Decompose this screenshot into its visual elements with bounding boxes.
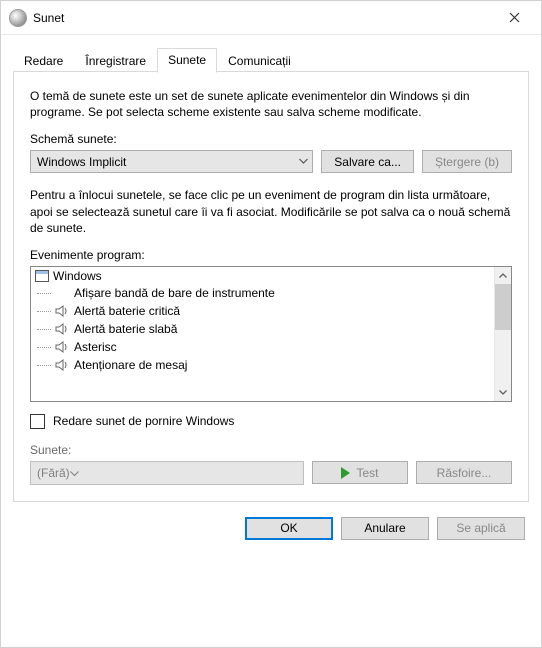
events-listbox[interactable]: Windows Afișare bandă de bare de instrum…	[30, 266, 512, 402]
cancel-button[interactable]: Anulare	[341, 517, 429, 540]
chevron-down-icon	[70, 466, 79, 480]
tree-item-label: Asterisc	[74, 340, 117, 354]
chevron-down-icon	[499, 390, 507, 395]
events-label: Evenimente program:	[30, 248, 512, 262]
scroll-up-button[interactable]	[495, 267, 511, 284]
speaker-icon	[55, 304, 70, 318]
tree-item[interactable]: Atenționare de mesaj	[31, 356, 494, 374]
tree-connector	[37, 311, 51, 312]
scroll-thumb[interactable]	[495, 284, 511, 330]
tree-root-windows[interactable]: Windows	[31, 268, 494, 284]
instruction-text: Pentru a înlocui sunetele, se face clic …	[30, 187, 512, 236]
scrollbar-vertical[interactable]	[494, 267, 511, 401]
scroll-down-button[interactable]	[495, 384, 511, 401]
description-text: O temă de sunete este un set de sunete a…	[30, 88, 512, 120]
tree-connector	[37, 329, 51, 330]
scheme-dropdown[interactable]: Windows Implicit	[30, 150, 313, 173]
sound-dialog: Sunet Redare Înregistrare Sunete Comunic…	[0, 0, 542, 648]
tab-sounds[interactable]: Sunete	[157, 48, 217, 73]
tree-root-label: Windows	[53, 269, 102, 283]
tab-communications[interactable]: Comunicații	[217, 49, 302, 73]
delete-button[interactable]: Ștergere (b)	[422, 150, 512, 173]
sounds-label: Sunete:	[30, 443, 512, 457]
scheme-value: Windows Implicit	[37, 155, 126, 169]
play-icon	[341, 467, 350, 479]
tree-item[interactable]: Alertă baterie critică	[31, 302, 494, 320]
browse-button[interactable]: Răsfoire...	[416, 461, 512, 484]
test-button[interactable]: Test	[312, 461, 408, 484]
close-button[interactable]	[493, 4, 535, 32]
startup-sound-label: Redare sunet de pornire Windows	[53, 414, 234, 428]
startup-sound-checkbox[interactable]	[30, 414, 45, 429]
sounds-dropdown[interactable]: (Fără)	[30, 461, 304, 485]
startup-sound-row: Redare sunet de pornire Windows	[30, 414, 512, 429]
tree-item[interactable]: Alertă baterie slabă	[31, 320, 494, 338]
window-title: Sunet	[33, 11, 493, 25]
speaker-icon	[55, 340, 70, 354]
scroll-track[interactable]	[495, 330, 511, 384]
tree-item[interactable]: Afișare bandă de bare de instrumente	[31, 284, 494, 302]
titlebar: Sunet	[1, 1, 541, 35]
no-sound-icon	[55, 286, 70, 300]
test-label: Test	[356, 466, 378, 480]
scheme-label: Schemă sunete:	[30, 132, 512, 146]
apply-button[interactable]: Se aplică	[437, 517, 525, 540]
tree-item[interactable]: Asterisc	[31, 338, 494, 356]
tab-strip: Redare Înregistrare Sunete Comunicații	[1, 35, 541, 72]
chevron-up-icon	[499, 273, 507, 278]
ok-button[interactable]: OK	[245, 517, 333, 540]
speaker-icon	[55, 358, 70, 372]
tab-playback[interactable]: Redare	[13, 49, 74, 73]
tree-connector	[37, 347, 51, 348]
tree-item-label: Atenționare de mesaj	[74, 358, 187, 372]
close-icon	[509, 12, 520, 23]
tree-item-label: Alertă baterie slabă	[74, 322, 177, 336]
dialog-footer: OK Anulare Se aplică	[1, 503, 541, 556]
sound-app-icon	[9, 9, 27, 27]
events-tree: Windows Afișare bandă de bare de instrum…	[31, 267, 494, 401]
save-as-button[interactable]: Salvare ca...	[321, 150, 414, 173]
tab-content: O temă de sunete este un set de sunete a…	[13, 71, 529, 502]
tab-recording[interactable]: Înregistrare	[74, 49, 157, 73]
tree-connector	[37, 293, 51, 294]
tree-item-label: Alertă baterie critică	[74, 304, 180, 318]
tree-connector	[37, 365, 51, 366]
sounds-value: (Fără)	[37, 466, 70, 480]
tree-item-label: Afișare bandă de bare de instrumente	[74, 286, 275, 300]
chevron-down-icon	[299, 156, 308, 167]
windows-icon	[35, 270, 49, 282]
speaker-icon	[55, 322, 70, 336]
